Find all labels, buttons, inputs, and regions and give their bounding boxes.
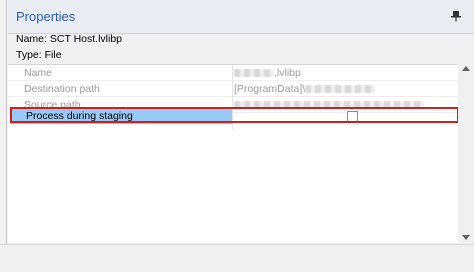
property-value: [ProgramData]\ — [234, 83, 376, 95]
type-label: Type: — [16, 49, 42, 61]
highlight-box — [10, 107, 459, 123]
redacted-text — [234, 69, 274, 78]
left-panel-border — [0, 0, 7, 244]
property-row-destination-path[interactable]: Destination path [ProgramData]\ — [8, 81, 465, 97]
property-label: Name — [24, 67, 53, 79]
property-label: Destination path — [24, 83, 100, 95]
type-value: File — [44, 49, 62, 61]
name-label: Name: — [16, 33, 47, 45]
scroll-down-icon[interactable] — [462, 235, 470, 240]
panel-title: Properties — [16, 9, 76, 24]
bottom-strip — [0, 244, 474, 272]
redacted-text — [305, 85, 376, 94]
properties-window: Properties Name: SCT Host.lvlibp Type: F… — [0, 0, 474, 272]
type-info: Type: File — [16, 49, 62, 61]
name-value: SCT Host.lvlibp — [49, 33, 123, 45]
scroll-up-icon[interactable] — [462, 66, 470, 71]
name-info: Name: SCT Host.lvlibp — [16, 33, 122, 45]
property-row-name[interactable]: Name .lvlibp — [8, 65, 465, 81]
properties-header: Properties — [8, 0, 474, 34]
property-value: .lvlibp — [234, 67, 301, 79]
pin-icon[interactable] — [450, 10, 462, 22]
property-grid: Name .lvlibp Destination path [ProgramDa… — [8, 64, 465, 243]
vertical-scrollbar[interactable] — [458, 64, 474, 244]
